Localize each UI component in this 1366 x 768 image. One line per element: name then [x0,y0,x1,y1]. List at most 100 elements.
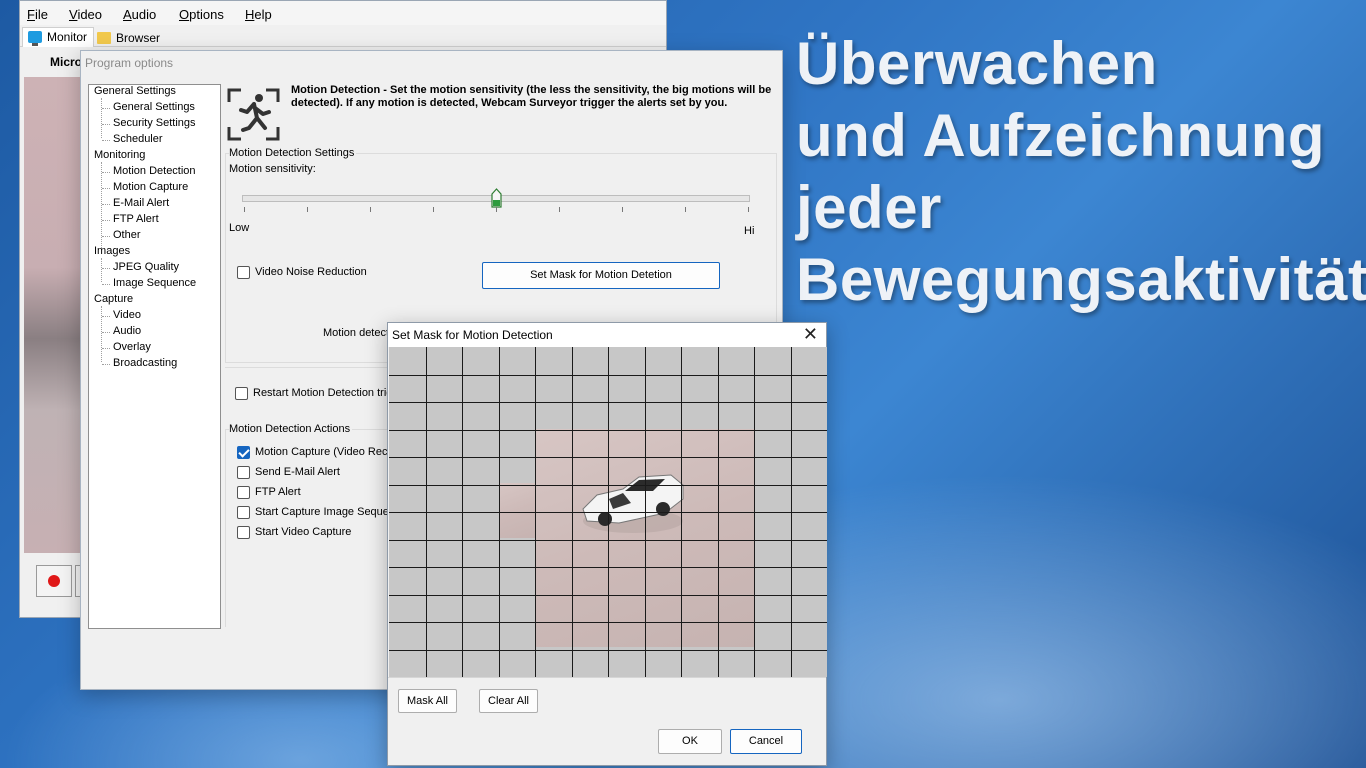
clear-all-button[interactable]: Clear All [479,689,538,713]
mask-all-button[interactable]: Mask All [398,689,457,713]
action-motion-capture-label: Motion Capture (Video Reco [255,446,394,458]
restart-motion-detection-label: Restart Motion Detection trig [253,387,393,399]
tree-connector [101,258,102,282]
tree-item-broadcasting[interactable]: Broadcasting [113,357,177,369]
set-mask-dialog: Set Mask for Motion Detection ✕ Mask All… [387,322,827,766]
tab-browser-label: Browser [116,31,161,45]
sensitivity-low-label: Low [229,222,250,234]
tree-branch [102,204,110,205]
sensitivity-label: Motion sensitivity: [229,163,316,175]
tree-item-image-sequence[interactable]: Image Sequence [113,277,196,289]
tab-monitor[interactable]: Monitor [22,27,95,47]
slider-tick [622,207,623,212]
menu-video[interactable]: Video [69,7,102,22]
monitor-icon [28,31,42,46]
tab-browser[interactable]: Browser [92,29,166,49]
mask-dialog-titlebar: Set Mask for Motion Detection ✕ [388,323,826,347]
video-noise-reduction-label: Video Noise Reduction [255,266,367,278]
camera-title: Micro [50,55,83,69]
headline-line-1: Überwachen [796,30,1158,97]
tree-item-security-settings[interactable]: Security Settings [113,117,196,129]
video-noise-reduction-checkbox[interactable] [237,266,250,279]
tree-item-general-settings-sub[interactable]: General Settings [113,101,195,113]
slider-tick [370,207,371,212]
tree-item-overlay[interactable]: Overlay [113,341,151,353]
cancel-button[interactable]: Cancel [730,729,802,754]
action-motion-capture-checkbox[interactable] [237,446,250,459]
menu-help[interactable]: Help [245,7,272,22]
tree-item-capture[interactable]: Capture [94,293,133,305]
action-capture-image-sequence-label: Start Capture Image Seque [255,506,389,518]
mask-divider [388,677,826,678]
motion-detection-icon [227,88,280,141]
tree-item-video[interactable]: Video [113,309,141,321]
slider-tick [496,207,497,212]
slider-tick [307,207,308,212]
tree-connector [101,306,102,362]
mask-grid-area[interactable] [389,347,827,677]
tab-monitor-label: Monitor [47,30,88,44]
motion-detect-label: Motion detect [323,327,390,339]
action-send-email-label: Send E-Mail Alert [255,466,340,478]
mask-dialog-title: Set Mask for Motion Detection [392,328,553,342]
program-options-title: Program options [85,56,174,70]
tree-branch [102,332,110,333]
headline-line-4: Bewegungsaktivität [796,246,1366,313]
tree-item-jpeg-quality[interactable]: JPEG Quality [113,261,179,273]
action-send-email-checkbox[interactable] [237,466,250,479]
slider-tick [433,207,434,212]
tree-item-scheduler[interactable]: Scheduler [113,133,163,145]
slider-tick [685,207,686,212]
record-button[interactable] [36,565,72,597]
tree-branch [102,364,110,365]
action-ftp-alert-label: FTP Alert [255,486,301,498]
tree-item-monitoring[interactable]: Monitoring [94,149,145,161]
tree-item-general-settings[interactable]: General Settings [94,85,176,97]
tree-branch [102,268,110,269]
tree-item-email-alert[interactable]: E-Mail Alert [113,197,169,209]
tree-branch [102,140,110,141]
tree-branch [102,172,110,173]
tree-item-motion-detection[interactable]: Motion Detection [113,165,196,177]
ok-button[interactable]: OK [658,729,722,754]
tree-item-motion-capture[interactable]: Motion Capture [113,181,188,193]
slider-tick [559,207,560,212]
sensitivity-hi-label: Hi [744,225,755,237]
folder-icon [97,32,111,44]
tree-branch [102,236,110,237]
tree-item-images[interactable]: Images [94,245,130,257]
tree-item-ftp-alert[interactable]: FTP Alert [113,213,159,225]
camera-preview [24,77,86,553]
action-start-video-capture-checkbox[interactable] [237,526,250,539]
tree-branch [102,220,110,221]
motion-actions-group-title: Motion Detection Actions [229,423,353,435]
menu-options[interactable]: Options [179,7,224,22]
menu-audio[interactable]: Audio [123,7,156,22]
action-ftp-alert-checkbox[interactable] [237,486,250,499]
tree-branch [102,284,110,285]
tree-item-other[interactable]: Other [113,229,141,241]
tree-branch [102,124,110,125]
slider-tick [244,207,245,212]
tree-branch [102,316,110,317]
set-mask-button[interactable]: Set Mask for Motion Detetion [482,262,720,289]
headline-line-3: jeder [796,174,942,241]
menu-bar: File Video Audio Options Help [20,1,666,25]
tree-branch [102,108,110,109]
sensitivity-slider-thumb[interactable] [491,188,502,208]
tree-branch [102,348,110,349]
motion-detection-description: Motion Detection - Set the motion sensit… [291,84,772,109]
menu-file[interactable]: File [27,7,48,22]
tree-item-audio[interactable]: Audio [113,325,141,337]
close-icon[interactable]: ✕ [803,324,818,344]
restart-motion-detection-checkbox[interactable] [235,387,248,400]
motion-settings-group-title: Motion Detection Settings [229,147,357,159]
action-capture-image-sequence-checkbox[interactable] [237,506,250,519]
action-start-video-capture-label: Start Video Capture [255,526,352,538]
tree-branch [102,188,110,189]
tree-connector [101,98,102,138]
headline-line-2: und Aufzeichnung [796,102,1326,169]
slider-tick [748,207,749,212]
tab-bar: Monitor Browser [20,25,666,47]
options-tree: General Settings General Settings Securi… [88,84,221,629]
